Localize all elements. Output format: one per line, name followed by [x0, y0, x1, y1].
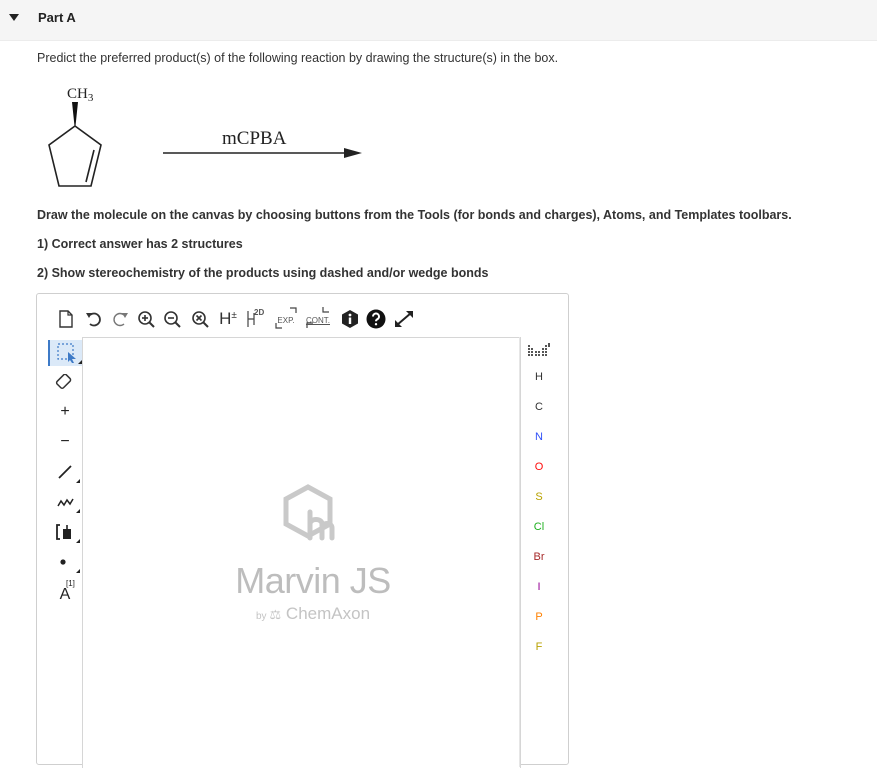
- undo-icon[interactable]: [83, 306, 105, 332]
- instruction-2: 1) Correct answer has 2 structures: [37, 237, 243, 251]
- eraser-icon[interactable]: [48, 369, 82, 395]
- element-button-s[interactable]: S: [520, 487, 558, 507]
- clean-2d-label: 2D: [254, 308, 265, 317]
- atom-label: A: [59, 586, 71, 603]
- clear-canvas-icon[interactable]: [189, 306, 211, 332]
- collapse-triangle-icon[interactable]: [9, 14, 19, 21]
- drawing-canvas[interactable]: Marvin JS by ⚖ ChemAxon: [82, 337, 521, 768]
- instruction-3: 2) Show stereochemistry of the products …: [37, 266, 489, 280]
- reagent-label: mCPBA: [222, 128, 287, 149]
- positive-charge-button[interactable]: +: [48, 399, 82, 425]
- reaction-scheme: CH3 mCPBA: [48, 86, 362, 187]
- element-button-cl[interactable]: Cl: [520, 517, 558, 537]
- minus-label: −: [60, 433, 70, 450]
- company-label: ChemAxon: [285, 604, 371, 623]
- element-button-i[interactable]: I: [520, 577, 558, 597]
- radical-tool-button[interactable]: [48, 549, 82, 575]
- selection-tool-button[interactable]: [48, 340, 84, 366]
- zoom-in-icon[interactable]: [135, 306, 157, 332]
- element-button-f[interactable]: F: [520, 637, 558, 657]
- by-label: by: [255, 611, 267, 622]
- atom-map-label: [1]: [66, 579, 75, 588]
- negative-charge-button[interactable]: −: [48, 429, 82, 455]
- expand-label: EXP.: [277, 315, 295, 325]
- flask-icon: ⚖: [269, 607, 282, 622]
- part-title: Part A: [38, 10, 76, 25]
- hydrogen-toggle-button[interactable]: H ±: [215, 306, 241, 332]
- info-icon[interactable]: [339, 306, 361, 332]
- element-button-p[interactable]: P: [520, 607, 558, 627]
- fullscreen-icon[interactable]: [391, 306, 417, 332]
- clean-2d-button[interactable]: 2D: [245, 306, 269, 332]
- expand-button[interactable]: EXP.: [273, 306, 299, 332]
- part-header[interactable]: Part A: [0, 0, 877, 41]
- element-button-n[interactable]: N: [520, 427, 558, 447]
- periodic-table-icon[interactable]: [528, 343, 550, 362]
- instruction-1: Draw the molecule on the canvas by choos…: [37, 208, 792, 222]
- marvin-logo: [283, 484, 335, 541]
- bracket-tool-button[interactable]: [48, 519, 82, 545]
- marvin-editor[interactable]: H ± 2D EXP. CONT. + − A [1] Marvin JS by…: [36, 293, 569, 768]
- marvin-byline: by ⚖ ChemAxon: [223, 604, 403, 624]
- new-document-icon[interactable]: [55, 306, 77, 332]
- arrow-head: [344, 148, 362, 158]
- atoms-toolbar: H C N O S Cl Br I P F: [519, 337, 558, 767]
- atom-map-button[interactable]: A [1]: [48, 579, 82, 605]
- help-icon[interactable]: [365, 306, 387, 332]
- redo-icon[interactable]: [109, 306, 131, 332]
- top-toolbar: H ± 2D EXP. CONT.: [49, 306, 559, 334]
- element-button-c[interactable]: C: [520, 397, 558, 417]
- left-toolbar: + − A [1]: [48, 338, 84, 758]
- wedge-bond: [72, 102, 78, 126]
- marvin-watermark: Marvin JS by ⚖ ChemAxon: [223, 478, 403, 628]
- contract-button[interactable]: CONT.: [303, 306, 333, 332]
- contract-label: CONT.: [306, 315, 330, 325]
- element-button-h[interactable]: H: [520, 367, 558, 387]
- cyclopentene-ring: [48, 125, 102, 187]
- marvin-title: Marvin JS: [235, 560, 391, 601]
- hydrogen-label: H: [219, 309, 232, 328]
- hydrogen-mark: ±: [231, 309, 237, 321]
- element-button-o[interactable]: O: [520, 457, 558, 477]
- methyl-label: CH3: [67, 86, 94, 104]
- single-bond-tool-button[interactable]: [48, 459, 82, 485]
- element-button-br[interactable]: Br: [520, 547, 558, 567]
- question-text: Predict the preferred product(s) of the …: [37, 51, 559, 65]
- zoom-out-icon[interactable]: [161, 306, 183, 332]
- chain-tool-button[interactable]: [48, 489, 82, 515]
- plus-label: +: [60, 403, 70, 420]
